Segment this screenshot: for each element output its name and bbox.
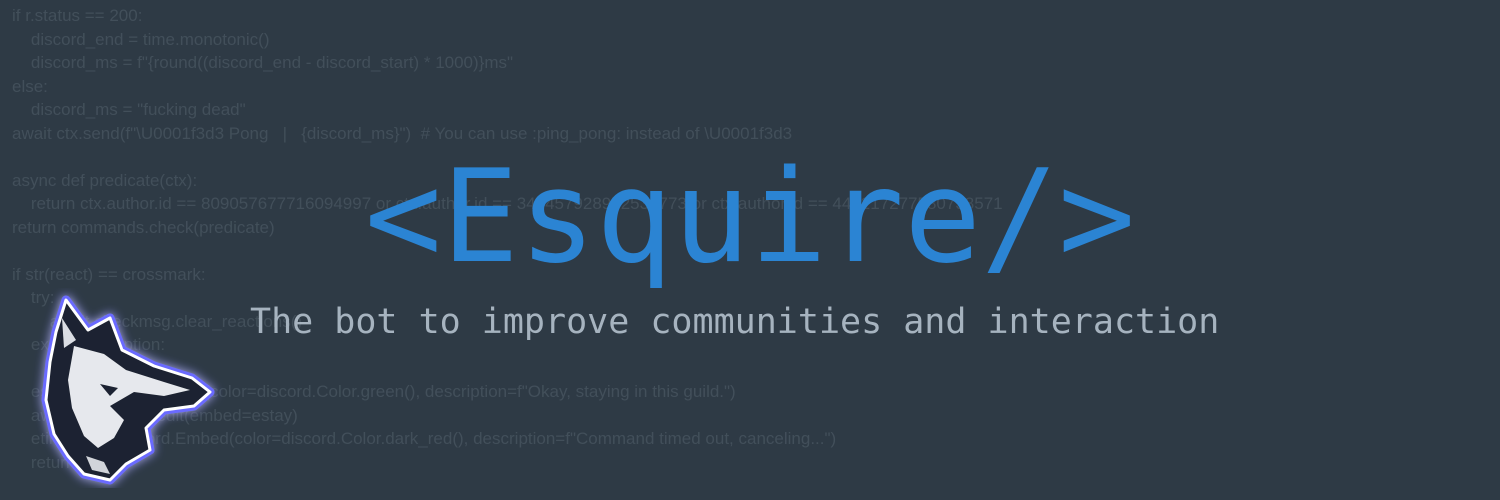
- code-line: discord_ms = "fucking dead": [12, 100, 246, 119]
- wolf-head-icon: [41, 295, 215, 485]
- banner-title: <Esquire/>: [364, 143, 1136, 292]
- code-line: if r.status == 200:: [12, 6, 143, 25]
- code-line: discord_end = time.monotonic(): [12, 29, 270, 49]
- banner-subtitle: The bot to improve communities and inter…: [250, 302, 1220, 342]
- code-line: else:: [12, 76, 48, 96]
- code-line: discord_ms = f"{round((discord_end - dis…: [12, 53, 514, 72]
